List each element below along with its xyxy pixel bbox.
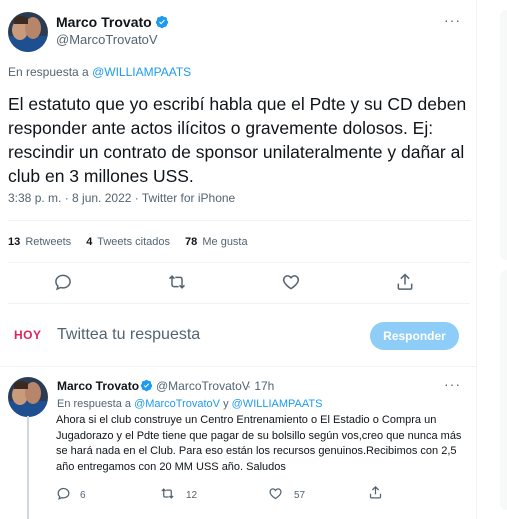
divider — [8, 262, 470, 263]
reply-count: 6 — [80, 490, 86, 501]
reply-icon[interactable] — [56, 486, 71, 501]
author-name[interactable]: Marco Trovato — [56, 14, 152, 30]
reply-icon[interactable] — [53, 272, 73, 292]
retweet-count: 12 — [186, 490, 198, 501]
tweet-text: El estatuto que yo escribí habla que el … — [8, 94, 467, 186]
likes-stat[interactable]: 78 Me gusta — [185, 236, 248, 248]
divider — [0, 366, 477, 367]
reply-input[interactable]: Twittea tu respuesta — [57, 326, 200, 344]
share-icon[interactable] — [395, 272, 415, 292]
reply-author-avatar[interactable] — [8, 377, 48, 417]
more-icon[interactable]: ··· — [444, 376, 461, 392]
replying-to-link[interactable]: @WILLIAMPAATS — [92, 65, 191, 79]
sidebar-card — [500, 270, 507, 510]
more-icon[interactable]: ··· — [444, 12, 461, 28]
divider — [8, 303, 470, 304]
thread-line — [27, 416, 29, 519]
sidebar-card — [500, 10, 507, 260]
replying-to-link[interactable]: @MarcoTrovatoV — [134, 398, 220, 410]
reply-text: Ahora si el club construye un Centro Ent… — [56, 414, 462, 473]
tweet-stats: 13 Retweets 4 Tweets citados 78 Me gusta — [8, 236, 260, 248]
tweet-timestamp[interactable]: 3:38 p. m. · 8 jun. 2022 · Twitter for i… — [8, 191, 235, 205]
divider — [8, 220, 470, 221]
tweet-column: Marco Trovato @MarcoTrovatoV ··· En resp… — [0, 0, 477, 519]
retweet-icon[interactable] — [167, 272, 187, 292]
replying-to-link[interactable]: @WILLIAMPAATS — [232, 398, 323, 410]
composer-avatar-hoy: HOY — [14, 328, 42, 342]
like-count: 57 — [294, 490, 306, 501]
reply-author-handle[interactable]: @MarcoTrovatoV — [156, 379, 250, 393]
reply-button[interactable]: Responder — [370, 322, 459, 350]
verified-badge-icon — [155, 15, 169, 29]
like-icon[interactable] — [281, 272, 301, 292]
share-icon[interactable] — [368, 485, 383, 500]
verified-badge-icon — [140, 379, 153, 392]
quotes-stat[interactable]: 4 Tweets citados — [86, 236, 170, 248]
reply-age[interactable]: · 17h — [247, 379, 274, 393]
like-icon[interactable] — [268, 486, 283, 501]
author-avatar[interactable] — [8, 12, 48, 52]
retweet-icon[interactable] — [160, 486, 175, 501]
retweets-stat[interactable]: 13 Retweets — [8, 236, 71, 248]
reply-replying-to: En respuesta a @MarcoTrovatoV y @WILLIAM… — [57, 398, 323, 410]
author-handle[interactable]: @MarcoTrovatoV — [56, 32, 158, 47]
replying-to: En respuesta a @WILLIAMPAATS — [8, 65, 192, 79]
reply-author-name[interactable]: Marco Trovato — [57, 379, 139, 393]
